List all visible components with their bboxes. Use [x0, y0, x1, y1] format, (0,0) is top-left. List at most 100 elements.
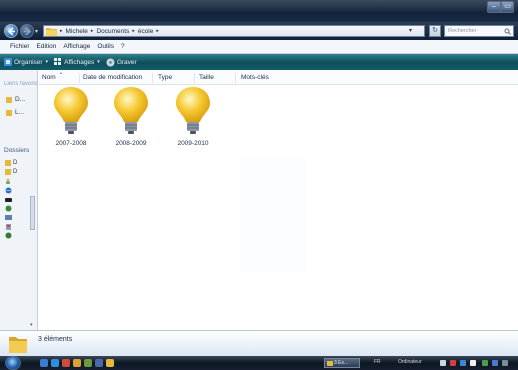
- column-tags[interactable]: Mots-clés: [241, 74, 269, 81]
- taskbar-button-label: 3 Ex...: [334, 360, 349, 366]
- lightbulb-icon: [54, 87, 88, 134]
- tray-icon[interactable]: [492, 360, 498, 366]
- address-bar[interactable]: ▸ Michele ▸ Documents ▸ école ▸ ▾: [43, 25, 425, 37]
- tree-item[interactable]: [5, 196, 12, 203]
- tray-icon[interactable]: [470, 360, 476, 366]
- tree-item[interactable]: [5, 223, 12, 230]
- column-type[interactable]: Type: [158, 74, 172, 81]
- favorite-link[interactable]: L...: [6, 109, 24, 116]
- mail-icon[interactable]: [73, 359, 81, 367]
- search-icon: [504, 28, 511, 35]
- folder-icon: [5, 169, 11, 175]
- tray-icon[interactable]: [482, 360, 488, 366]
- show-desktop-icon[interactable]: [40, 359, 48, 367]
- menu-bar: Fichier Edition Affichage Outils ?: [0, 40, 518, 54]
- menu-help[interactable]: ?: [121, 43, 125, 50]
- menu-outils[interactable]: Outils: [97, 43, 114, 50]
- folder-icon: [6, 109, 12, 116]
- disc-icon: [106, 57, 115, 67]
- control-panel-icon: [5, 215, 12, 220]
- chevron-down-icon: ▾: [45, 59, 49, 65]
- computer-toolbar[interactable]: Ordinateur: [398, 359, 422, 365]
- tray-icon[interactable]: [502, 360, 508, 366]
- tree-item[interactable]: D: [5, 160, 17, 166]
- menu-edition[interactable]: Edition: [37, 43, 57, 50]
- address-dropdown-icon[interactable]: ▾: [409, 26, 412, 36]
- column-divider[interactable]: [235, 73, 236, 83]
- column-date[interactable]: Date de modification: [83, 74, 142, 81]
- ie-icon[interactable]: [51, 359, 59, 367]
- views-button[interactable]: Affichages ▾: [54, 58, 100, 66]
- maximize-button[interactable]: ▭: [501, 1, 514, 13]
- breadcrumb-ecole[interactable]: école: [138, 28, 154, 35]
- tree-item[interactable]: [5, 232, 12, 239]
- refresh-button[interactable]: ↻: [429, 25, 441, 37]
- scrollbar-thumb[interactable]: [30, 196, 35, 230]
- screen-glare: [240, 158, 306, 272]
- breadcrumb-separator-icon: ▸: [156, 28, 159, 34]
- views-label: Affichages: [64, 58, 95, 66]
- history-dropdown-icon[interactable]: ▾: [35, 28, 38, 35]
- media-icon[interactable]: [62, 359, 70, 367]
- tree-item[interactable]: [5, 205, 12, 212]
- tree-item[interactable]: [5, 187, 12, 194]
- search-placeholder: Rechercher: [448, 28, 477, 34]
- back-button[interactable]: [4, 24, 18, 38]
- folder-icon[interactable]: [106, 359, 114, 367]
- column-divider[interactable]: [79, 73, 80, 83]
- burn-button[interactable]: Graver: [106, 57, 137, 67]
- column-size[interactable]: Taille: [199, 74, 214, 81]
- organize-label: Organiser: [14, 58, 43, 66]
- folder-item[interactable]: 2008-2009: [101, 86, 161, 147]
- folder-icon: [6, 96, 12, 103]
- search-input[interactable]: Rechercher: [444, 25, 514, 37]
- breadcrumb-documents[interactable]: Documents: [96, 28, 129, 35]
- column-divider[interactable]: [152, 73, 153, 83]
- forward-arrow-icon: [24, 27, 32, 36]
- tray-icon[interactable]: [450, 360, 456, 366]
- refresh-icon: ↻: [432, 27, 438, 34]
- app-icon[interactable]: [95, 359, 103, 367]
- item-count: 3 éléments: [38, 336, 73, 343]
- back-arrow-icon: [7, 27, 15, 36]
- tree-item[interactable]: [5, 214, 12, 221]
- minimize-button[interactable]: –: [487, 1, 501, 13]
- start-button[interactable]: [5, 356, 21, 370]
- tray-icon[interactable]: [460, 360, 466, 366]
- tree-label: D: [13, 160, 18, 166]
- tree-item[interactable]: D: [5, 169, 17, 175]
- taskbar-explorer-button[interactable]: 3 Ex...: [324, 358, 360, 368]
- folder-item[interactable]: 2007-2008: [41, 86, 101, 147]
- column-divider[interactable]: [194, 73, 195, 83]
- tree-item[interactable]: [5, 178, 11, 184]
- recycle-bin-icon: [6, 224, 11, 230]
- menu-affichage[interactable]: Affichage: [63, 43, 90, 50]
- globe-icon: [5, 187, 12, 194]
- column-header: Nom ▴ Date de modification Type Taille M…: [39, 70, 518, 85]
- network-icon: [5, 232, 12, 239]
- network-icon: [5, 205, 12, 212]
- scroll-down-icon[interactable]: ▾: [30, 322, 33, 328]
- forward-button[interactable]: [20, 24, 34, 38]
- title-bar: – ▭: [0, 0, 518, 22]
- favorite-label: L...: [15, 109, 25, 116]
- language-indicator[interactable]: FR: [374, 359, 381, 365]
- burn-label: Graver: [116, 58, 137, 66]
- folders-title[interactable]: Dossiers: [4, 147, 29, 154]
- column-name[interactable]: Nom: [42, 74, 56, 81]
- navigation-bar: ▾ ▸ Michele ▸ Documents ▸ école ▸ ▾ ↻ Re…: [0, 22, 518, 40]
- command-toolbar: Organiser ▾ Affichages ▾ Graver: [0, 54, 518, 70]
- chevron-down-icon: ▾: [97, 59, 100, 65]
- app-icon[interactable]: [84, 359, 92, 367]
- favorite-link[interactable]: D...: [6, 96, 25, 103]
- details-pane: 3 éléments: [0, 330, 518, 356]
- menu-fichier[interactable]: Fichier: [10, 43, 30, 50]
- user-icon: [6, 178, 10, 184]
- folder-item[interactable]: 2009-2010: [163, 86, 223, 147]
- taskbar: 3 Ex... FR Ordinateur: [0, 356, 518, 370]
- sort-arrow-icon: ▴: [60, 70, 63, 75]
- drive-icon: [5, 198, 12, 202]
- breadcrumb-michele[interactable]: Michele: [66, 28, 88, 35]
- organize-button[interactable]: Organiser ▾: [4, 58, 48, 66]
- tray-icon[interactable]: [440, 360, 446, 366]
